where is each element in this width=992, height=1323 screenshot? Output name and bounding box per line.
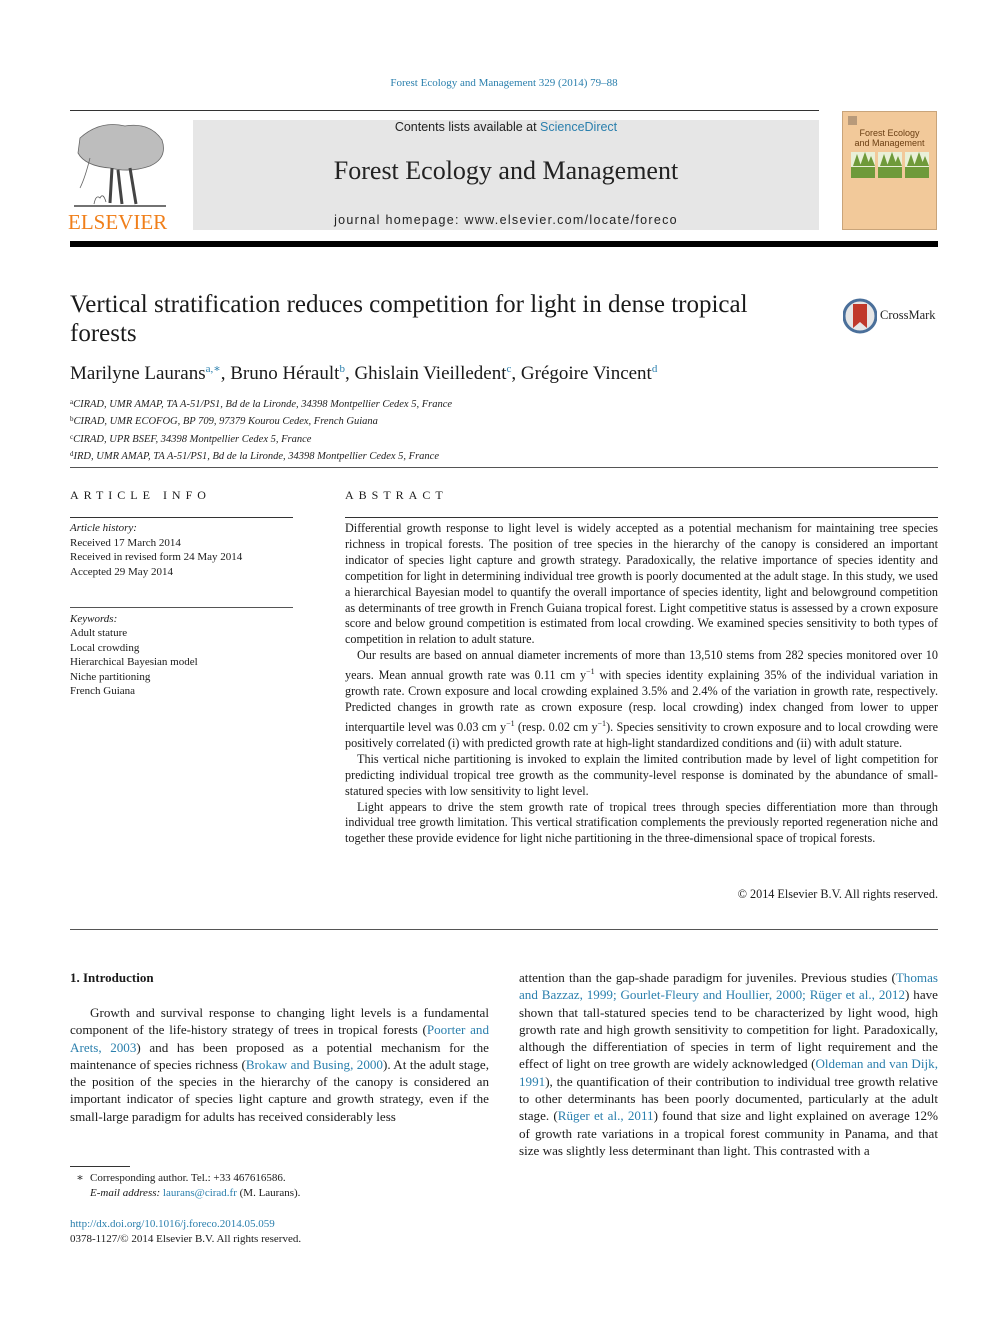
history-item: Accepted 29 May 2014 bbox=[70, 565, 173, 578]
email-suffix: (M. Laurans). bbox=[236, 1187, 301, 1199]
article-title: Vertical stratification reduces competit… bbox=[70, 291, 748, 347]
body-column-left: Growth and survival response to changing… bbox=[70, 1004, 489, 1125]
author-name[interactable]: Bruno Hérault bbox=[230, 363, 339, 384]
footnote-line: ∗ Corresponding author. Tel.: +33 4676165… bbox=[70, 1171, 300, 1186]
journal-homepage-link[interactable]: journal homepage: www.elsevier.com/locat… bbox=[193, 213, 819, 227]
journal-cover-thumbnail[interactable]: Forest Ecology and Management bbox=[842, 111, 937, 230]
citation-link[interactable]: Brokaw and Busing, 2000 bbox=[246, 1057, 383, 1072]
affiliation-item: dIRD, UMR AMAP, TA A-51/PS1, Bd de la Li… bbox=[70, 447, 452, 464]
journal-title[interactable]: Forest Ecology and Management bbox=[193, 156, 819, 186]
abstract-rule bbox=[345, 517, 938, 518]
article-history-label: Article history: bbox=[70, 522, 137, 534]
journal-citation-link[interactable]: Forest Ecology and Management 329 (2014)… bbox=[0, 77, 992, 89]
article-history: Article history: Received 17 March 2014 … bbox=[70, 521, 242, 579]
affiliation-item: bCIRAD, UMR ECOFOG, BP 709, 97379 Kourou… bbox=[70, 412, 452, 429]
author-separator: , bbox=[344, 363, 355, 384]
abstract-paragraph: Differential growth response to light le… bbox=[345, 521, 938, 647]
crossmark-icon[interactable] bbox=[843, 298, 877, 334]
affiliation-text: CIRAD, UMR AMAP, TA A-51/PS1, Bd de la L… bbox=[73, 399, 453, 410]
abstract-body: Differential growth response to light le… bbox=[345, 521, 938, 847]
cover-title-line1: Forest Ecology bbox=[859, 128, 920, 138]
corresponding-author-text: Corresponding author. Tel.: +33 46761658… bbox=[90, 1172, 286, 1184]
keyword-item: French Guiana bbox=[70, 685, 136, 698]
section-divider bbox=[70, 467, 938, 468]
author-name[interactable]: Grégoire Vincent bbox=[521, 363, 652, 384]
footnote-mark: ∗ bbox=[76, 1172, 84, 1184]
author-name[interactable]: Ghislain Vieilledent bbox=[354, 363, 506, 384]
keyword-item: Adult stature bbox=[70, 627, 128, 640]
author-separator: , bbox=[511, 363, 521, 384]
author-separator: , bbox=[220, 363, 231, 384]
keyword-item: Niche partitioning bbox=[70, 670, 151, 683]
affiliation-text: IRD, UMR AMAP, TA A-51/PS1, Bd de la Lir… bbox=[73, 450, 440, 462]
abstract-paragraph: This vertical niche partitioning is invo… bbox=[345, 751, 938, 798]
keywords-rule bbox=[70, 607, 293, 608]
affiliation-list: aCIRAD, UMR AMAP, TA A-51/PS1, Bd de la … bbox=[70, 395, 452, 464]
unit-exponent: −1 bbox=[586, 667, 595, 677]
abstract-heading: ABSTRACT bbox=[345, 488, 448, 502]
author-affiliation-mark[interactable]: a,∗ bbox=[206, 363, 221, 375]
author-affiliation-mark[interactable]: d bbox=[652, 363, 658, 375]
header-thick-rule bbox=[70, 241, 938, 247]
email-label: E-mail address: bbox=[90, 1187, 161, 1199]
email-link[interactable]: laurans@cirad.fr bbox=[163, 1187, 237, 1199]
contents-prefix: Contents lists available at bbox=[394, 120, 541, 134]
body-paragraph: attention than the gap-shade paradigm fo… bbox=[519, 969, 938, 1159]
header-top-rule bbox=[70, 110, 819, 111]
abstract-copyright: © 2014 Elsevier B.V. All rights reserved… bbox=[737, 887, 938, 901]
body-column-right: attention than the gap-shade paradigm fo… bbox=[519, 969, 938, 1159]
keywords-list: Keywords: Adult stature Local crowding H… bbox=[70, 612, 198, 698]
crossmark-label[interactable]: CrossMark bbox=[880, 308, 936, 323]
cover-title-line2: and Management bbox=[854, 138, 925, 148]
history-item: Received 17 March 2014 bbox=[70, 536, 181, 549]
abstract-end-rule bbox=[70, 929, 938, 930]
cover-title: Forest Ecology and Management bbox=[843, 128, 936, 148]
article-info-rule bbox=[70, 517, 293, 518]
footnote-line: E-mail address: laurans@cirad.fr (M. Lau… bbox=[70, 1186, 300, 1201]
cover-trees-icon bbox=[851, 152, 929, 178]
author-list: Marilyne Lauransa,∗, Bruno Héraultb, Ghi… bbox=[70, 362, 657, 385]
cover-publisher-mark-icon bbox=[848, 116, 857, 125]
doi-block: http://dx.doi.org/10.1016/j.foreco.2014.… bbox=[70, 1217, 301, 1246]
contents-line: Contents lists available at ScienceDirec… bbox=[193, 120, 819, 134]
sciencedirect-link[interactable]: ScienceDirect bbox=[540, 120, 617, 134]
doi-link[interactable]: http://dx.doi.org/10.1016/j.foreco.2014.… bbox=[70, 1217, 301, 1232]
corresponding-author-footnote: ∗ Corresponding author. Tel.: +33 4676165… bbox=[70, 1171, 300, 1201]
affiliation-item: aCIRAD, UMR AMAP, TA A-51/PS1, Bd de la … bbox=[70, 395, 452, 412]
author-name[interactable]: Marilyne Laurans bbox=[70, 363, 206, 384]
unit-exponent: −1 bbox=[506, 718, 515, 728]
elsevier-wordmark: ELSEVIER bbox=[68, 210, 168, 234]
affiliation-item: cCIRAD, UPR BSEF, 34398 Montpellier Cede… bbox=[70, 430, 452, 447]
article-info-heading: ARTICLE INFO bbox=[70, 488, 211, 502]
affiliation-text: CIRAD, UPR BSEF, 34398 Montpellier Cedex… bbox=[73, 433, 312, 445]
history-item: Received in revised form 24 May 2014 bbox=[70, 551, 243, 564]
issn-line: 0378-1127/© 2014 Elsevier B.V. All right… bbox=[70, 1232, 302, 1245]
body-text: attention than the gap-shade paradigm fo… bbox=[519, 970, 896, 985]
footnote-rule bbox=[70, 1166, 130, 1167]
keywords-label: Keywords: bbox=[70, 613, 118, 625]
abstract-paragraph: Our results are based on annual diameter… bbox=[345, 648, 938, 752]
keyword-item: Hierarchical Bayesian model bbox=[70, 656, 198, 669]
affiliation-text: CIRAD, UMR ECOFOG, BP 709, 97379 Kourou … bbox=[73, 416, 378, 428]
citation-link[interactable]: Rüger et al., 2011 bbox=[558, 1108, 654, 1123]
abstract-text: (resp. 0.02 cm y bbox=[514, 720, 598, 734]
keyword-item: Local crowding bbox=[70, 641, 140, 654]
introduction-heading: 1. Introduction bbox=[70, 970, 154, 985]
abstract-paragraph: Light appears to drive the stem growth r… bbox=[345, 799, 938, 846]
unit-exponent: −1 bbox=[597, 718, 607, 728]
body-paragraph: Growth and survival response to changing… bbox=[70, 1004, 489, 1125]
